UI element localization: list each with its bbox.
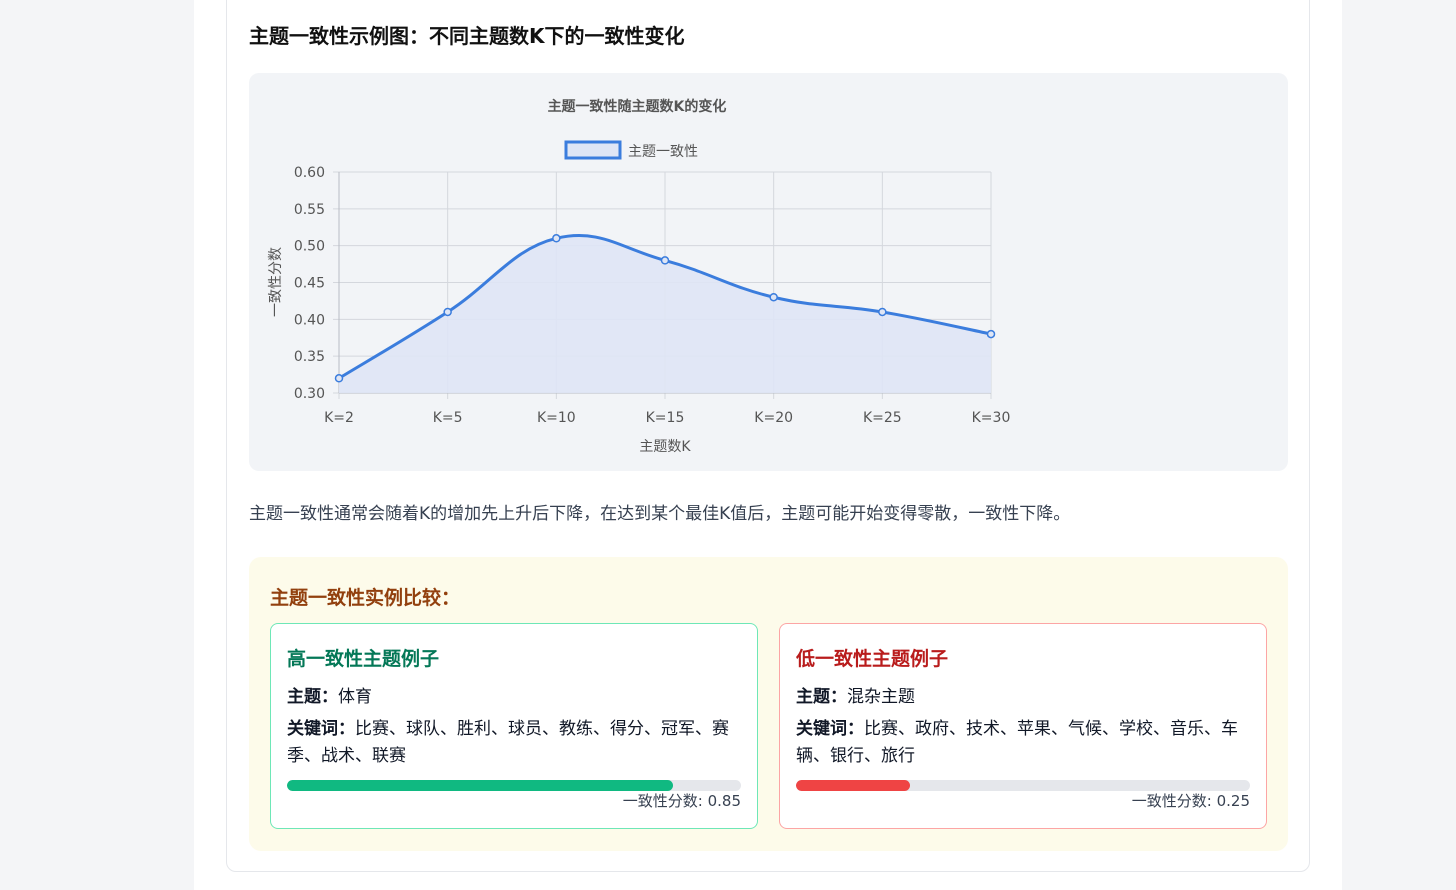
x-tick-label: K=25 [863,410,902,426]
data-point [443,307,452,317]
low-topic-row: 主题：混杂主题 [796,684,1248,711]
x-tick-label: K=15 [646,410,685,426]
topic-value: 体育 [338,687,372,707]
high-topic-row: 主题：体育 [287,684,739,711]
x-axis-title: 主题数K [639,439,691,455]
high-score-fill [287,780,673,791]
y-tick-label: 0.60 [294,165,325,181]
data-point [334,374,344,383]
low-coherence-card: 低一致性主题例子 主题：混杂主题 关键词：比赛、政府、技术、苹果、气候、学校、音… [779,623,1267,829]
x-tick-label: K=30 [972,410,1011,426]
x-tick-label: K=10 [537,410,576,426]
data-point [986,329,996,339]
y-tick-label: 0.50 [294,239,325,255]
low-score-fill [796,780,910,791]
x-tick-label: K=20 [754,410,793,426]
chart-container: 主题一致性随主题数K的变化 主题一致性 0.60 0.55 0.50 0.45 0.40… [249,73,1288,471]
low-keywords-row: 关键词：比赛、政府、技术、苹果、气候、学校、音乐、车辆、银行、旅行 [796,716,1248,770]
data-point [552,234,561,243]
section-title: 主题一致性示例图：不同主题数K下的一致性变化 [249,24,685,48]
data-point [769,292,778,302]
low-score-text: 一致性分数: 0.25 [1131,792,1250,810]
keywords-label: 关键词： [287,719,355,739]
topic-label: 主题： [796,687,847,707]
comparison-panel: 主题一致性实例比较： 高一致性主题例子 主题：体育 关键词：比赛、球队、胜利、球… [249,557,1288,851]
y-axis-ticks: 0.60 0.55 0.50 0.45 0.40 0.35 0.30 [294,165,325,402]
keywords-label: 关键词： [796,719,864,739]
high-keywords-row: 关键词：比赛、球队、胜利、球员、教练、得分、冠军、赛季、战术、联赛 [287,716,739,770]
high-coherence-card: 高一致性主题例子 主题：体育 关键词：比赛、球队、胜利、球员、教练、得分、冠军、… [270,623,758,829]
chart-title: 主题一致性随主题数K的变化 [548,98,727,115]
chart-legend[interactable]: 主题一致性 [564,140,698,160]
x-axis-ticks: K=2 K=5 K=10 K=15 K=20 K=25 K=30 [324,410,1010,426]
x-tick-label: K=5 [433,410,463,426]
y-tick-label: 0.45 [294,276,325,292]
y-tick-label: 0.55 [294,202,325,218]
topic-value: 混杂主题 [847,687,915,707]
y-axis-title: 一致性分数 [268,247,284,317]
low-coherence-title: 低一致性主题例子 [796,648,949,670]
y-tick-label: 0.30 [294,386,325,402]
legend-swatch [564,140,622,160]
high-score-text: 一致性分数: 0.85 [622,792,741,810]
x-tick-label: K=2 [324,410,354,426]
topic-label: 主题： [287,687,338,707]
legend-label: 主题一致性 [628,144,698,160]
y-tick-label: 0.40 [294,312,325,328]
high-coherence-title: 高一致性主题例子 [287,648,440,670]
data-point [660,256,670,265]
data-point [878,307,887,317]
comparison-title: 主题一致性实例比较： [270,587,461,609]
line-chart: 主题一致性随主题数K的变化 主题一致性 0.60 0.55 0.50 0.45 0.40… [268,98,1010,455]
y-tick-label: 0.35 [294,349,325,365]
chart-description: 主题一致性通常会随着K的增加先上升后下降，在达到某个最佳K值后，主题可能开始变得… [249,504,1071,524]
